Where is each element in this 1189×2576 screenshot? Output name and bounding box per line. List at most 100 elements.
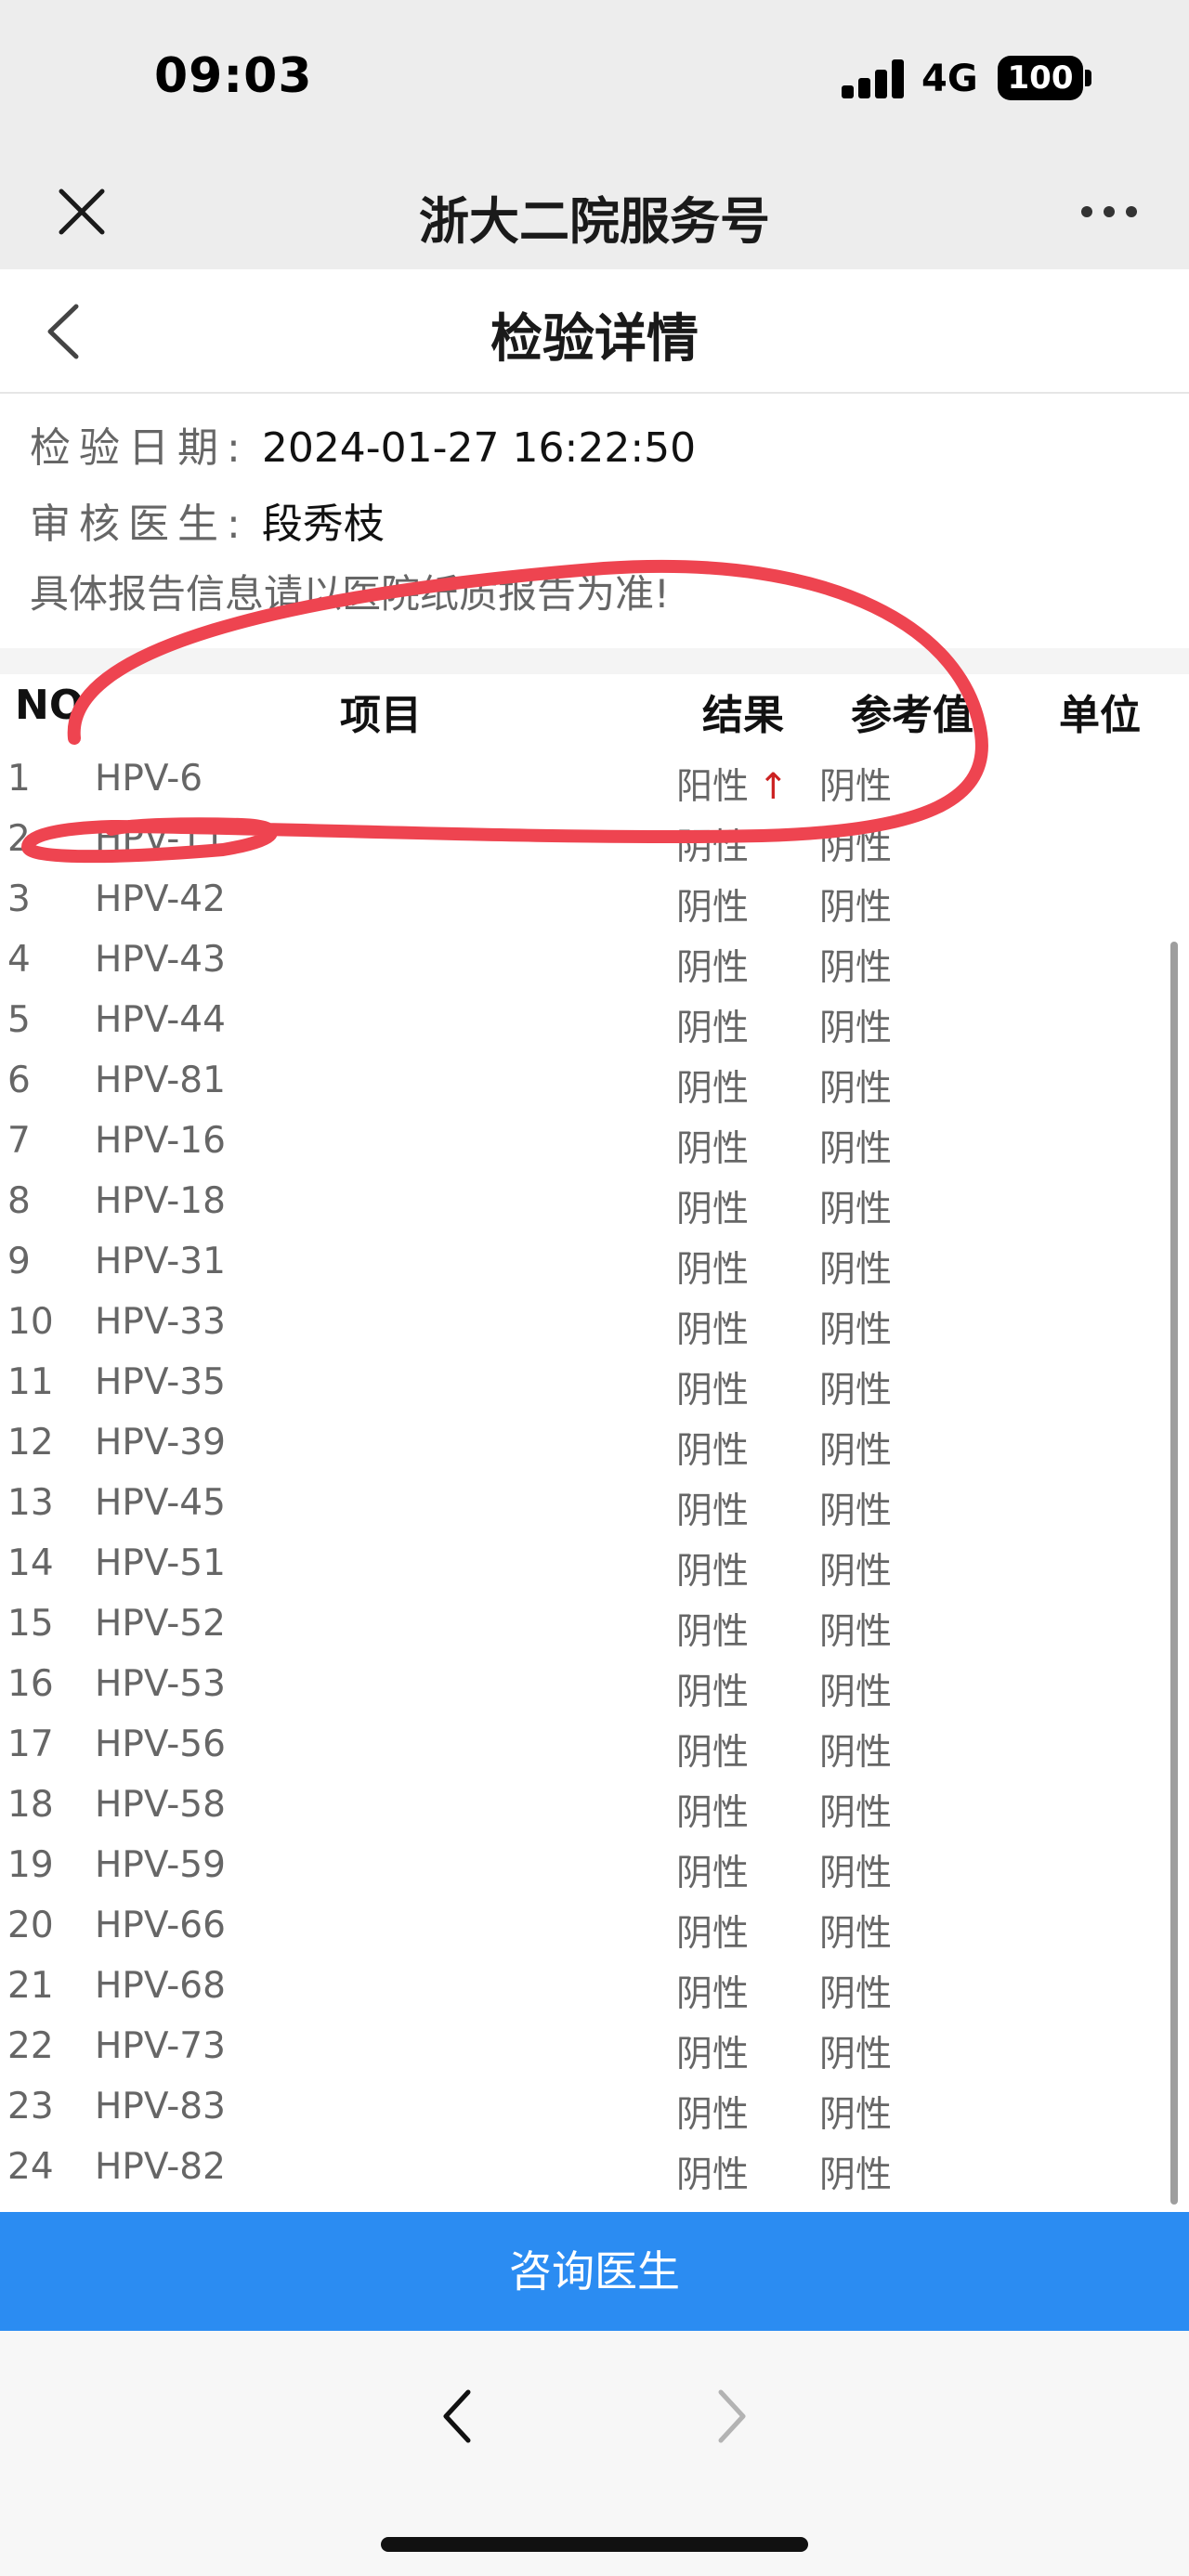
page-header: 检验详情 bbox=[0, 269, 1189, 394]
row-no: 10 bbox=[7, 1301, 54, 1343]
row-reference: 阴性 bbox=[819, 1068, 893, 1110]
row-result: 阴性 bbox=[676, 1973, 750, 2015]
row-reference: 阴性 bbox=[819, 766, 893, 808]
row-no: 13 bbox=[7, 1482, 54, 1524]
table-row: 3 HPV-42 阴性 阴性 bbox=[0, 873, 1189, 933]
row-result: 阴性 bbox=[676, 1732, 750, 1774]
table-row: 8 HPV-18 阴性 阴性 bbox=[0, 1175, 1189, 1235]
signal-bars-icon bbox=[842, 59, 905, 98]
chevron-left-icon[interactable] bbox=[429, 2379, 485, 2453]
col-header-unit: 单位 bbox=[1059, 692, 1141, 739]
row-result: 阳性 ↑ bbox=[676, 758, 789, 810]
row-item: HPV-68 bbox=[95, 1965, 226, 2007]
table-row: 12 HPV-39 阴性 阴性 bbox=[0, 1416, 1189, 1477]
table-header: NO 项目 结果 参考值 单位 bbox=[0, 678, 1189, 752]
home-indicator[interactable] bbox=[381, 2537, 808, 2552]
row-reference: 阴性 bbox=[819, 1430, 893, 1472]
row-item: HPV-39 bbox=[95, 1422, 226, 1464]
row-item: HPV-81 bbox=[95, 1060, 226, 1101]
row-reference: 阴性 bbox=[819, 1792, 893, 1834]
battery-tip bbox=[1085, 70, 1091, 86]
status-bar: 09:03 4G 100 bbox=[0, 0, 1189, 158]
row-item: HPV-6 bbox=[95, 758, 203, 800]
row-result-text: 阳性 bbox=[676, 766, 750, 808]
row-no: 18 bbox=[7, 1784, 54, 1826]
network-type: 4G bbox=[921, 58, 978, 100]
row-no: 11 bbox=[7, 1361, 54, 1403]
row-result: 阴性 bbox=[676, 2034, 750, 2075]
table-row: 19 HPV-59 阴性 阴性 bbox=[0, 1839, 1189, 1899]
col-header-item: 项目 bbox=[340, 692, 422, 739]
table-row: 5 HPV-44 阴性 阴性 bbox=[0, 994, 1189, 1054]
table-row: 10 HPV-33 阴性 阴性 bbox=[0, 1295, 1189, 1356]
row-reference: 阴性 bbox=[819, 1672, 893, 1713]
row-result: 阴性 bbox=[676, 1551, 750, 1593]
row-no: 4 bbox=[7, 939, 31, 981]
col-header-reference: 参考值 bbox=[851, 692, 973, 739]
row-result: 阴性 bbox=[676, 826, 750, 868]
row-result: 阴性 bbox=[676, 887, 750, 929]
row-reference: 阴性 bbox=[819, 1309, 893, 1351]
row-reference: 阴性 bbox=[819, 2034, 893, 2075]
table-row: 14 HPV-51 阴性 阴性 bbox=[0, 1537, 1189, 1597]
table-row: 20 HPV-66 阴性 阴性 bbox=[0, 1899, 1189, 1959]
row-no: 17 bbox=[7, 1724, 54, 1765]
row-item: HPV-53 bbox=[95, 1663, 226, 1705]
row-reference: 阴性 bbox=[819, 1732, 893, 1774]
row-result: 阴性 bbox=[676, 1370, 750, 1412]
row-reference: 阴性 bbox=[819, 1611, 893, 1653]
row-reference: 阴性 bbox=[819, 1973, 893, 2015]
row-no: 16 bbox=[7, 1663, 54, 1705]
row-reference: 阴性 bbox=[819, 887, 893, 929]
battery-icon: 100 bbox=[998, 56, 1083, 100]
row-no: 2 bbox=[7, 818, 31, 860]
table-row: 1 HPV-6 阳性 ↑ 阴性 bbox=[0, 752, 1189, 813]
row-result: 阴性 bbox=[676, 1189, 750, 1230]
row-reference: 阴性 bbox=[819, 2094, 893, 2136]
row-reference: 阴性 bbox=[819, 826, 893, 868]
row-no: 15 bbox=[7, 1603, 54, 1645]
row-no: 20 bbox=[7, 1905, 54, 1946]
row-item: HPV-73 bbox=[95, 2025, 226, 2067]
row-no: 5 bbox=[7, 999, 31, 1041]
row-no: 7 bbox=[7, 1120, 31, 1162]
row-no: 9 bbox=[7, 1241, 31, 1282]
row-item: HPV-35 bbox=[95, 1361, 226, 1403]
scrollbar[interactable] bbox=[1170, 942, 1178, 2205]
row-result: 阴性 bbox=[676, 1128, 750, 1170]
table-row: 7 HPV-16 阴性 阴性 bbox=[0, 1114, 1189, 1175]
row-item: HPV-45 bbox=[95, 1482, 226, 1524]
row-result: 阴性 bbox=[676, 2094, 750, 2136]
row-reference: 阴性 bbox=[819, 1249, 893, 1291]
consult-doctor-button[interactable]: 咨询医生 bbox=[0, 2212, 1189, 2331]
row-reference: 阴性 bbox=[819, 1551, 893, 1593]
up-arrow-icon: ↑ bbox=[758, 766, 789, 808]
row-item: HPV-59 bbox=[95, 1844, 226, 1886]
row-item: HPV-56 bbox=[95, 1724, 226, 1765]
screen: 09:03 4G 100 浙大二院服务号 检验详情 检验日期: 2024-01-… bbox=[0, 0, 1189, 2576]
inspection-date-row: 检验日期: 2024-01-27 16:22:50 bbox=[30, 414, 696, 474]
reviewing-doctor-row: 审核医生: 段秀枝 bbox=[30, 490, 385, 550]
chevron-right-icon[interactable] bbox=[704, 2379, 760, 2453]
table-row: 6 HPV-81 阴性 阴性 bbox=[0, 1054, 1189, 1114]
row-item: HPV-18 bbox=[95, 1180, 226, 1222]
more-dots-icon[interactable] bbox=[1079, 201, 1139, 223]
table-row: 15 HPV-52 阴性 阴性 bbox=[0, 1597, 1189, 1658]
wechat-title: 浙大二院服务号 bbox=[419, 192, 770, 251]
row-result: 阴性 bbox=[676, 2154, 750, 2196]
row-item: HPV-44 bbox=[95, 999, 226, 1041]
row-reference: 阴性 bbox=[819, 1128, 893, 1170]
col-header-result: 结果 bbox=[702, 692, 784, 739]
table-row: 4 HPV-43 阴性 阴性 bbox=[0, 933, 1189, 994]
row-no: 22 bbox=[7, 2025, 54, 2067]
row-result: 阴性 bbox=[676, 1430, 750, 1472]
row-item: HPV-31 bbox=[95, 1241, 226, 1282]
row-result: 阴性 bbox=[676, 947, 750, 989]
row-reference: 阴性 bbox=[819, 1490, 893, 1532]
status-time: 09:03 bbox=[154, 48, 313, 104]
row-no: 3 bbox=[7, 878, 31, 920]
row-no: 23 bbox=[7, 2086, 54, 2127]
report-disclaimer: 具体报告信息请以医院纸质报告为准! bbox=[30, 571, 670, 617]
row-reference: 阴性 bbox=[819, 1008, 893, 1049]
row-item: HPV-66 bbox=[95, 1905, 226, 1946]
